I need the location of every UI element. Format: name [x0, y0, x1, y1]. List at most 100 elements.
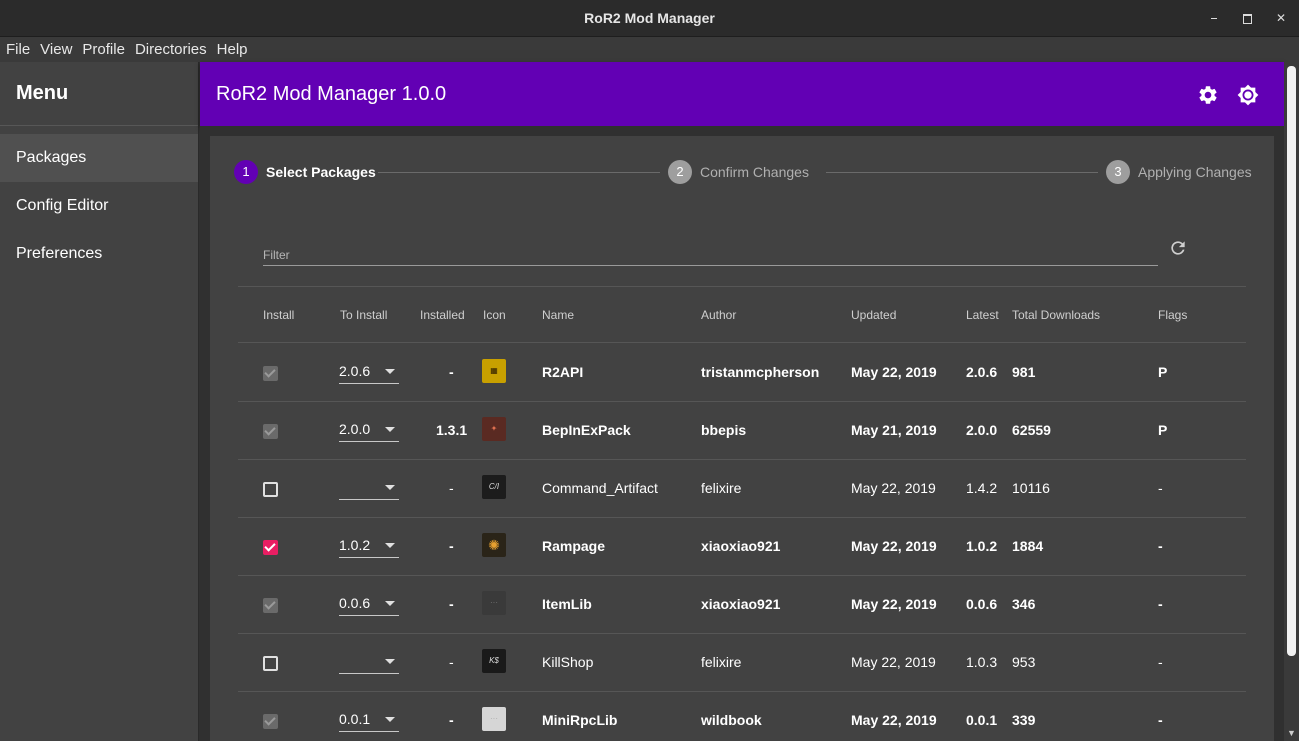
package-updated: May 21, 2019	[851, 422, 937, 438]
step-number: 3	[1106, 160, 1130, 184]
package-downloads: 346	[1012, 596, 1036, 612]
col-install[interactable]: Install	[263, 308, 294, 322]
menu-profile[interactable]: Profile	[82, 41, 125, 58]
col-flags[interactable]: Flags	[1158, 308, 1187, 322]
col-to-install[interactable]: To Install	[340, 308, 387, 322]
table-row[interactable]: - C/I Command_Artifact felixire May 22, …	[238, 460, 1246, 518]
sidebar-item-packages[interactable]: Packages	[0, 134, 198, 182]
package-author: felixire	[701, 480, 742, 496]
package-author: wildbook	[701, 712, 762, 728]
step-connector	[826, 172, 1098, 173]
package-icon: C/I	[482, 475, 506, 499]
menu-view[interactable]: View	[40, 41, 72, 58]
installed-version: -	[449, 480, 454, 496]
package-flags: P	[1158, 364, 1168, 380]
version-select[interactable]: 0.0.1	[339, 708, 399, 732]
package-updated: May 22, 2019	[851, 596, 937, 612]
col-latest[interactable]: Latest	[966, 308, 999, 322]
minimize-icon[interactable]	[1205, 9, 1223, 27]
table-row[interactable]: 0.0.1 - ··· MiniRpcLib wildbook May 22, …	[238, 692, 1246, 741]
sidebar-item-config-editor[interactable]: Config Editor	[0, 182, 198, 230]
package-icon: ✺	[482, 533, 506, 557]
package-author: bbepis	[701, 422, 747, 438]
package-updated: May 22, 2019	[851, 712, 937, 728]
package-downloads: 10116	[1012, 480, 1050, 496]
col-name[interactable]: Name	[542, 308, 574, 322]
table-row[interactable]: 2.0.6 - ▦ R2API tristanmcpherson May 22,…	[238, 344, 1246, 402]
filter-input[interactable]: Filter	[263, 234, 1158, 266]
col-total-downloads[interactable]: Total Downloads	[1012, 308, 1100, 322]
chevron-down-icon	[385, 485, 395, 490]
package-updated: May 22, 2019	[851, 364, 937, 380]
package-downloads: 1884	[1012, 538, 1044, 554]
version-select[interactable]: 2.0.6	[339, 360, 399, 384]
main-content: 1 Select Packages 2 Confirm Changes 3 Ap…	[200, 126, 1284, 741]
table-row[interactable]: 0.0.6 - ··· ItemLib xiaoxiao921 May 22, …	[238, 576, 1246, 634]
col-updated[interactable]: Updated	[851, 308, 896, 322]
install-checkbox[interactable]	[263, 482, 278, 497]
package-flags: -	[1158, 712, 1163, 728]
package-icon: K$	[482, 649, 506, 673]
install-checkbox[interactable]	[263, 656, 278, 671]
package-flags: -	[1158, 538, 1163, 554]
menu-file[interactable]: File	[6, 41, 30, 58]
package-latest: 2.0.6	[966, 364, 998, 380]
installed-version: -	[449, 538, 454, 554]
step-label: Confirm Changes	[700, 164, 809, 180]
package-icon: ···	[482, 707, 506, 731]
maximize-icon[interactable]	[1238, 9, 1256, 27]
package-name: ItemLib	[542, 596, 592, 612]
version-value: 2.0.0	[339, 421, 371, 437]
version-select[interactable]: 1.0.2	[339, 534, 399, 558]
chevron-down-icon	[385, 543, 395, 548]
chevron-down-icon	[385, 427, 395, 432]
package-updated: May 22, 2019	[851, 538, 937, 554]
step-connector	[378, 172, 660, 173]
col-icon[interactable]: Icon	[483, 308, 506, 322]
scrollbar-thumb[interactable]	[1287, 66, 1296, 656]
step-label: Select Packages	[266, 164, 376, 180]
step-number: 2	[668, 160, 692, 184]
package-flags: -	[1158, 480, 1163, 496]
settings-gear-icon[interactable]	[1197, 84, 1219, 106]
col-installed[interactable]: Installed	[420, 308, 465, 322]
package-latest: 1.0.2	[966, 538, 998, 554]
menu-directories[interactable]: Directories	[135, 41, 207, 58]
package-latest: 0.0.1	[966, 712, 998, 728]
col-author[interactable]: Author	[701, 308, 736, 322]
installed-version: -	[449, 712, 454, 728]
scroll-down-icon[interactable]: ▼	[1287, 728, 1296, 738]
version-value: 0.0.6	[339, 595, 371, 611]
table-row[interactable]: - K$ KillShop felixire May 22, 2019 1.0.…	[238, 634, 1246, 692]
refresh-icon[interactable]	[1168, 238, 1188, 258]
package-downloads: 339	[1012, 712, 1036, 728]
sidebar-item-preferences[interactable]: Preferences	[0, 230, 198, 278]
package-updated: May 22, 2019	[851, 654, 936, 670]
version-select[interactable]	[339, 650, 399, 674]
installed-version: -	[449, 596, 454, 612]
install-checkbox[interactable]	[263, 540, 278, 555]
step-confirm-changes: 2 Confirm Changes	[668, 160, 809, 184]
install-checkbox[interactable]	[263, 598, 278, 613]
table-row[interactable]: 1.0.2 - ✺ Rampage xiaoxiao921 May 22, 20…	[238, 518, 1246, 576]
version-select[interactable]: 2.0.0	[339, 418, 399, 442]
version-value: 0.0.1	[339, 711, 371, 727]
package-downloads: 953	[1012, 654, 1036, 670]
theme-brightness-icon[interactable]	[1237, 84, 1259, 106]
table-row[interactable]: 2.0.0 1.3.1 ✦ BepInExPack bbepis May 21,…	[238, 402, 1246, 460]
version-select[interactable]	[339, 476, 399, 500]
install-checkbox[interactable]	[263, 714, 278, 729]
install-checkbox[interactable]	[263, 424, 278, 439]
package-name: BepInExPack	[542, 422, 631, 438]
package-latest: 2.0.0	[966, 422, 998, 438]
vertical-scrollbar[interactable]: ▼	[1284, 62, 1299, 741]
version-value: 2.0.6	[339, 363, 371, 379]
package-author: tristanmcpherson	[701, 364, 820, 380]
version-select[interactable]: 0.0.6	[339, 592, 399, 616]
package-flags: -	[1158, 596, 1163, 612]
install-checkbox[interactable]	[263, 366, 278, 381]
installed-version: -	[449, 364, 454, 380]
menu-help[interactable]: Help	[217, 41, 248, 58]
close-icon[interactable]: ✕	[1272, 9, 1290, 27]
package-flags: P	[1158, 422, 1168, 438]
